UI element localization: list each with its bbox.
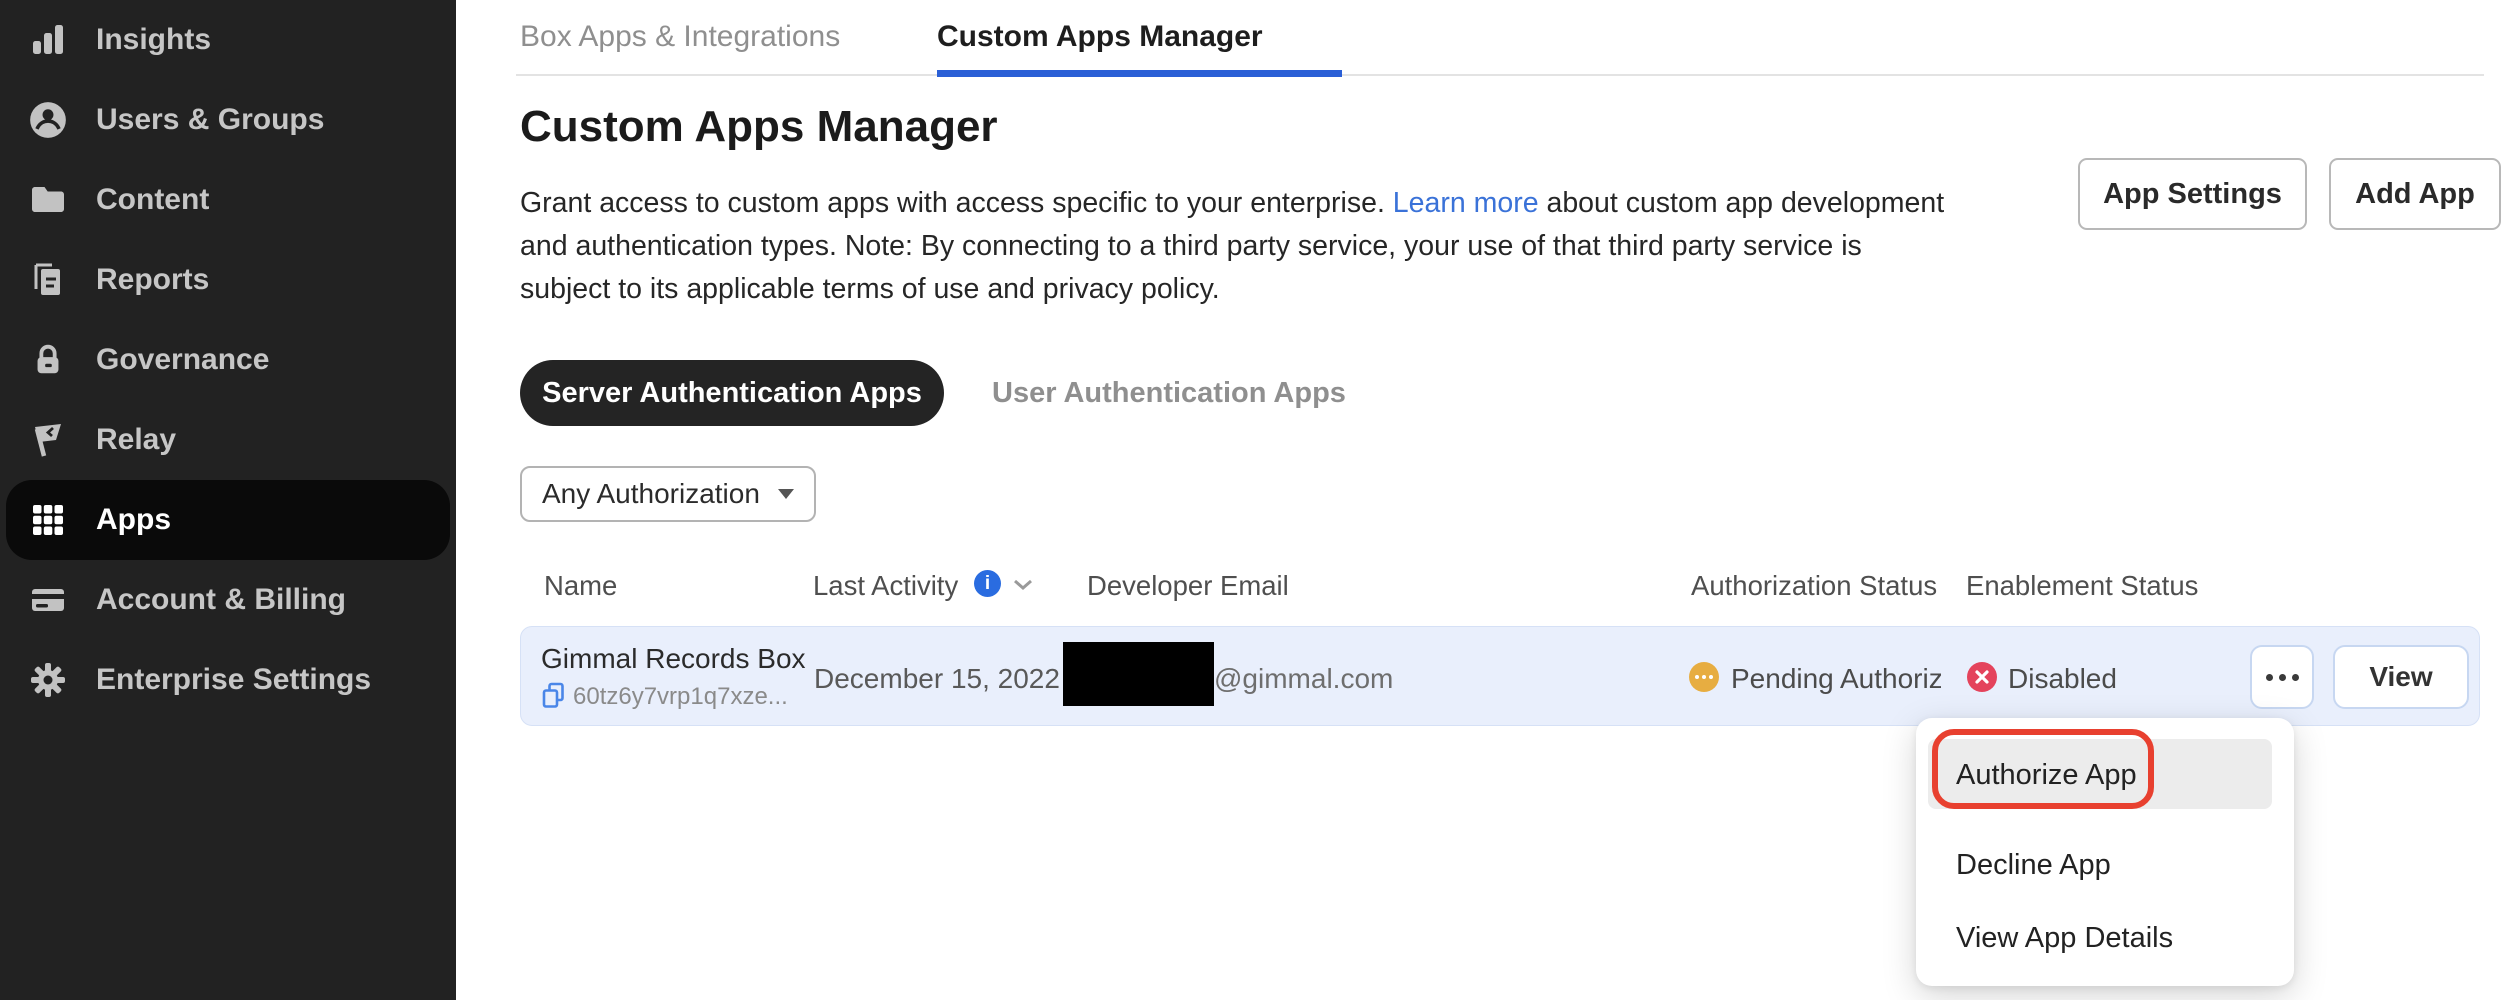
app-id: 60tz6y7vrp1q7xze... — [573, 683, 788, 711]
sidebar-item-label: Governance — [96, 343, 269, 377]
app-name: Gimmal Records Box — [541, 643, 806, 675]
folder-icon — [26, 178, 70, 222]
lock-icon — [26, 338, 70, 382]
tabs-divider — [516, 74, 2484, 76]
sidebar-item-label: Content — [96, 183, 209, 217]
sidebar-item-apps[interactable]: Apps — [6, 480, 450, 560]
description-line-2: and authentication types. Note: By conne… — [520, 225, 1944, 268]
last-activity-date: December 15, 2022 — [814, 663, 1060, 695]
column-header-developer-email: Developer Email — [1087, 570, 1289, 602]
sidebar-item-label: Apps — [96, 503, 171, 537]
credit-card-icon — [26, 578, 70, 622]
info-icon[interactable]: i — [974, 570, 1001, 597]
authorization-status-badge: Pending Authorization — [1731, 663, 1941, 695]
caret-down-icon — [778, 489, 794, 499]
user-authentication-apps-toggle[interactable]: User Authentication Apps — [992, 360, 1346, 426]
menu-item-authorize-app[interactable]: Authorize App — [1956, 759, 2137, 792]
menu-item-view-app-details[interactable]: View App Details — [1956, 922, 2173, 955]
column-header-enablement-status: Enablement Status — [1966, 570, 2198, 602]
chevron-down-icon[interactable] — [1012, 578, 1034, 597]
active-tab-underline — [937, 70, 1342, 77]
sidebar-item-reports[interactable]: Reports — [0, 240, 456, 320]
column-header-last-activity: Last Activity — [813, 570, 958, 602]
column-header-authorization-status: Authorization Status — [1691, 570, 1937, 602]
column-header-name: Name — [544, 570, 617, 602]
tab-custom-apps-manager[interactable]: Custom Apps Manager — [937, 20, 1263, 54]
copy-icon[interactable] — [541, 682, 566, 716]
custom-apps-manager-page: Insights Users & Groups Content — [0, 0, 2506, 1000]
redacted-email-box — [1063, 642, 1214, 706]
grid-icon — [26, 498, 70, 542]
flag-icon — [26, 418, 70, 462]
sidebar-item-insights[interactable]: Insights — [0, 0, 456, 80]
page-description: Grant access to custom apps with access … — [520, 182, 1944, 311]
bar-chart-icon — [26, 18, 70, 62]
tab-box-apps-integrations[interactable]: Box Apps & Integrations — [520, 20, 840, 54]
row-actions-context-menu: Authorize App Decline App View App Detai… — [1916, 718, 2294, 986]
server-authentication-apps-toggle[interactable]: Server Authentication Apps — [520, 360, 944, 426]
table-row: Gimmal Records Box 60tz6y7vrp1q7xze... D… — [520, 626, 2480, 726]
sidebar-item-label: Reports — [96, 263, 209, 297]
more-actions-icon — [2266, 674, 2273, 681]
menu-item-decline-app[interactable]: Decline App — [1956, 849, 2111, 882]
page-title: Custom Apps Manager — [520, 102, 998, 152]
learn-more-link[interactable]: Learn more — [1393, 187, 1539, 219]
sidebar-item-users-groups[interactable]: Users & Groups — [0, 80, 456, 160]
admin-sidebar: Insights Users & Groups Content — [0, 0, 456, 1000]
user-circle-icon — [26, 98, 70, 142]
view-button[interactable]: View — [2333, 645, 2469, 709]
authorization-filter-dropdown[interactable]: Any Authorization — [520, 466, 816, 522]
sidebar-item-enterprise-settings[interactable]: Enterprise Settings — [0, 640, 456, 720]
app-settings-button[interactable]: App Settings — [2078, 158, 2307, 230]
sidebar-item-label: Enterprise Settings — [96, 663, 371, 697]
enablement-status-badge: Disabled — [2008, 663, 2117, 695]
developer-email-suffix: @gimmal.com — [1214, 663, 1393, 695]
sidebar-item-account-billing[interactable]: Account & Billing — [0, 560, 456, 640]
documents-icon — [26, 258, 70, 302]
sidebar-item-label: Relay — [96, 423, 176, 457]
sidebar-item-content[interactable]: Content — [0, 160, 456, 240]
more-actions-button[interactable] — [2250, 645, 2314, 709]
sidebar-item-label: Users & Groups — [96, 103, 324, 137]
sidebar-item-label: Insights — [96, 23, 211, 57]
gear-icon — [26, 658, 70, 702]
sidebar-item-governance[interactable]: Governance — [0, 320, 456, 400]
description-line-1: Grant access to custom apps with access … — [520, 182, 1944, 225]
sidebar-item-label: Account & Billing — [96, 583, 346, 617]
sidebar-item-relay[interactable]: Relay — [0, 400, 456, 480]
add-app-button[interactable]: Add App — [2329, 158, 2501, 230]
description-line-3: subject to its applicable terms of use a… — [520, 268, 1944, 311]
dropdown-selected-value: Any Authorization — [542, 478, 760, 510]
pending-ellipsis-icon — [1689, 662, 1719, 692]
error-x-icon — [1967, 662, 1997, 692]
